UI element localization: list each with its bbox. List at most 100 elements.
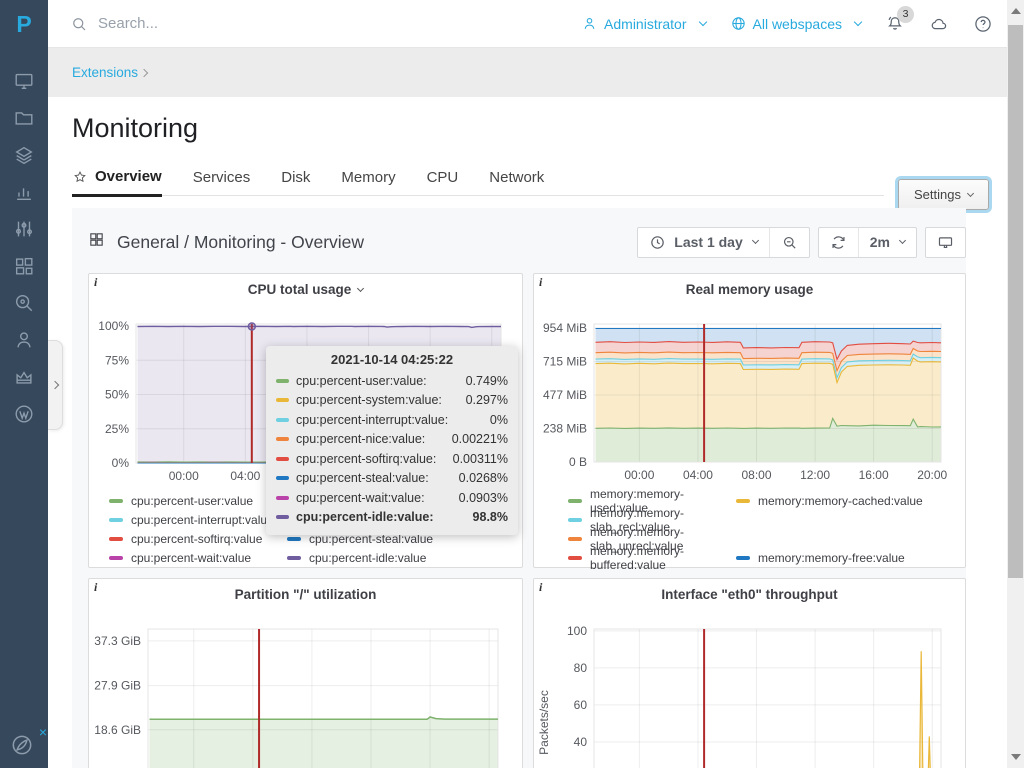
tab-label: Network (489, 169, 544, 186)
time-range-label: Last 1 day (674, 234, 742, 250)
memory-chart[interactable]: 0 B238 MiB477 MiB715 MiB954 MiB00:0004:0… (534, 304, 965, 489)
tooltip-row: cpu:percent-interrupt:value:0% (276, 410, 508, 430)
sidebar-nav (0, 48, 48, 425)
webspaces-menu[interactable]: All webspaces (730, 15, 862, 32)
refresh-button[interactable] (819, 228, 858, 257)
svg-text:0 B: 0 B (569, 455, 587, 469)
user-icon (581, 15, 598, 32)
breadcrumb-link[interactable]: Extensions (72, 65, 138, 80)
dashboard-title-button[interactable]: General / Monitoring - Overview (88, 231, 364, 253)
svg-text:18.6 GiB: 18.6 GiB (94, 723, 141, 737)
chart-tooltip: 2021-10-14 04:25:22 cpu:percent-user:val… (266, 346, 518, 535)
kiosk-mode-button[interactable] (926, 228, 965, 257)
legend-item[interactable]: memory:memory-cached:value (736, 494, 923, 508)
settings-label: Settings (914, 187, 961, 202)
tab-label: Memory (341, 169, 395, 186)
sidebar-item-tune[interactable] (13, 218, 35, 240)
legend-item[interactable]: memory:memory-free:value (736, 551, 905, 565)
panel-title[interactable]: CPU total usage (89, 274, 522, 304)
webspaces-label: All webspaces (753, 16, 843, 32)
legend-item[interactable]: cpu:percent-user:value (109, 494, 287, 508)
sidebar-item-desktop[interactable] (13, 70, 35, 92)
panel-partition-utilization: i Partition "/" utilization 18.6 GiB27.9… (88, 578, 523, 768)
star-icon[interactable] (72, 169, 88, 185)
tab-network[interactable]: Network (489, 168, 544, 195)
sidebar-item-users[interactable] (13, 329, 35, 351)
panels-grid: i CPU total usage 0%25%50%75%100%00:0004… (88, 273, 966, 768)
panel-title[interactable]: Interface "eth0" throughput (534, 579, 965, 609)
settings-button[interactable]: Settings (898, 179, 989, 210)
search-box (70, 15, 581, 33)
scrollbar-thumb[interactable] (1008, 25, 1023, 578)
panel-cpu-total-usage: i CPU total usage 0%25%50%75%100%00:0004… (88, 273, 523, 568)
tab-overview[interactable]: Overview (72, 168, 162, 197)
tab-disk[interactable]: Disk (281, 168, 310, 195)
panel-info-icon[interactable]: i (539, 580, 542, 595)
svg-text:50%: 50% (105, 388, 129, 402)
svg-text:37.3 GiB: 37.3 GiB (94, 634, 141, 648)
legend-item[interactable]: cpu:percent-wait:value (109, 551, 287, 565)
plesk-logo[interactable]: P (0, 0, 48, 48)
sidebar-item-extensions[interactable] (13, 255, 35, 277)
cloud-button[interactable] (929, 14, 949, 34)
desktop-icon (13, 70, 35, 92)
tab-cpu[interactable]: CPU (427, 168, 459, 195)
panel-title[interactable]: Real memory usage (534, 274, 965, 304)
notification-badge: 3 (897, 6, 914, 23)
legend-item[interactable]: cpu:percent-idle:value (287, 551, 426, 565)
refresh-icon (830, 234, 847, 251)
sidebar-expander[interactable] (48, 340, 63, 430)
promo-icon[interactable]: × (9, 732, 39, 762)
notifications-button[interactable]: 3 (885, 14, 905, 34)
tune-icon (13, 218, 35, 240)
sidebar-item-folder[interactable] (13, 107, 35, 129)
svg-text:80: 80 (574, 661, 588, 675)
panel-info-icon[interactable]: i (94, 275, 97, 290)
sidebar-item-wordpress[interactable] (13, 403, 35, 425)
network-chart[interactable]: 40608010000:0004:0008:0012:0016:0020:00P… (534, 609, 965, 768)
tooltip-row: cpu:percent-idle:value:98.8% (276, 508, 508, 528)
scrollbar-down-arrow[interactable] (1011, 754, 1021, 760)
memory-legend: memory:memory-used:valuememory:memory-ca… (534, 491, 965, 567)
svg-text:100%: 100% (98, 319, 129, 333)
legend-item[interactable]: memory:memory-buffered:value (568, 544, 736, 572)
tab-label: Disk (281, 169, 310, 186)
disk-chart[interactable]: 18.6 GiB27.9 GiB37.3 GiB00:0004:0008:001… (89, 609, 522, 768)
svg-text:100: 100 (567, 624, 587, 638)
tab-memory[interactable]: Memory (341, 168, 395, 195)
dashboard-title: General / Monitoring - Overview (117, 232, 364, 253)
legend-item[interactable]: cpu:percent-softirq:value (109, 532, 287, 546)
scrollbar-up-arrow[interactable] (1011, 8, 1021, 14)
legend-item[interactable]: cpu:percent-interrupt:value (109, 513, 287, 527)
help-button[interactable] (973, 14, 993, 34)
sidebar-item-stats[interactable] (13, 181, 35, 203)
main-content: Monitoring Overview Services Disk Memory CPU… (48, 97, 1007, 768)
panel-info-icon[interactable]: i (539, 275, 542, 290)
panel-real-memory-usage: i Real memory usage 0 B238 MiB477 MiB715… (533, 273, 966, 568)
svg-text:40: 40 (574, 735, 588, 749)
user-menu[interactable]: Administrator (581, 15, 705, 32)
svg-text:25%: 25% (105, 422, 129, 436)
tab-services[interactable]: Services (193, 168, 251, 195)
sidebar-item-seo[interactable] (13, 292, 35, 314)
panel-info-icon[interactable]: i (94, 580, 97, 595)
zoom-out-button[interactable] (769, 228, 809, 257)
svg-text:12:00: 12:00 (800, 468, 830, 482)
svg-text:00:00: 00:00 (624, 468, 654, 482)
refresh-interval-picker[interactable]: 2m (858, 228, 916, 257)
tab-label: Services (193, 169, 251, 186)
time-range-picker[interactable]: Last 1 day (638, 228, 768, 257)
panel-title[interactable]: Partition "/" utilization (89, 579, 522, 609)
page-title: Monitoring (72, 113, 1007, 144)
search-input[interactable] (98, 15, 418, 32)
sidebar-item-crown[interactable] (13, 366, 35, 388)
extensions-icon (13, 255, 35, 277)
crown-icon (13, 366, 35, 388)
globe-icon (730, 15, 747, 32)
page-scrollbar (1007, 0, 1024, 768)
tab-label: CPU (427, 169, 459, 186)
tab-bar: Overview Services Disk Memory CPU Network (72, 168, 884, 196)
promo-close-icon[interactable]: × (39, 724, 47, 740)
sidebar-item-layers[interactable] (13, 144, 35, 166)
breadcrumb-chevron-icon (140, 68, 148, 76)
